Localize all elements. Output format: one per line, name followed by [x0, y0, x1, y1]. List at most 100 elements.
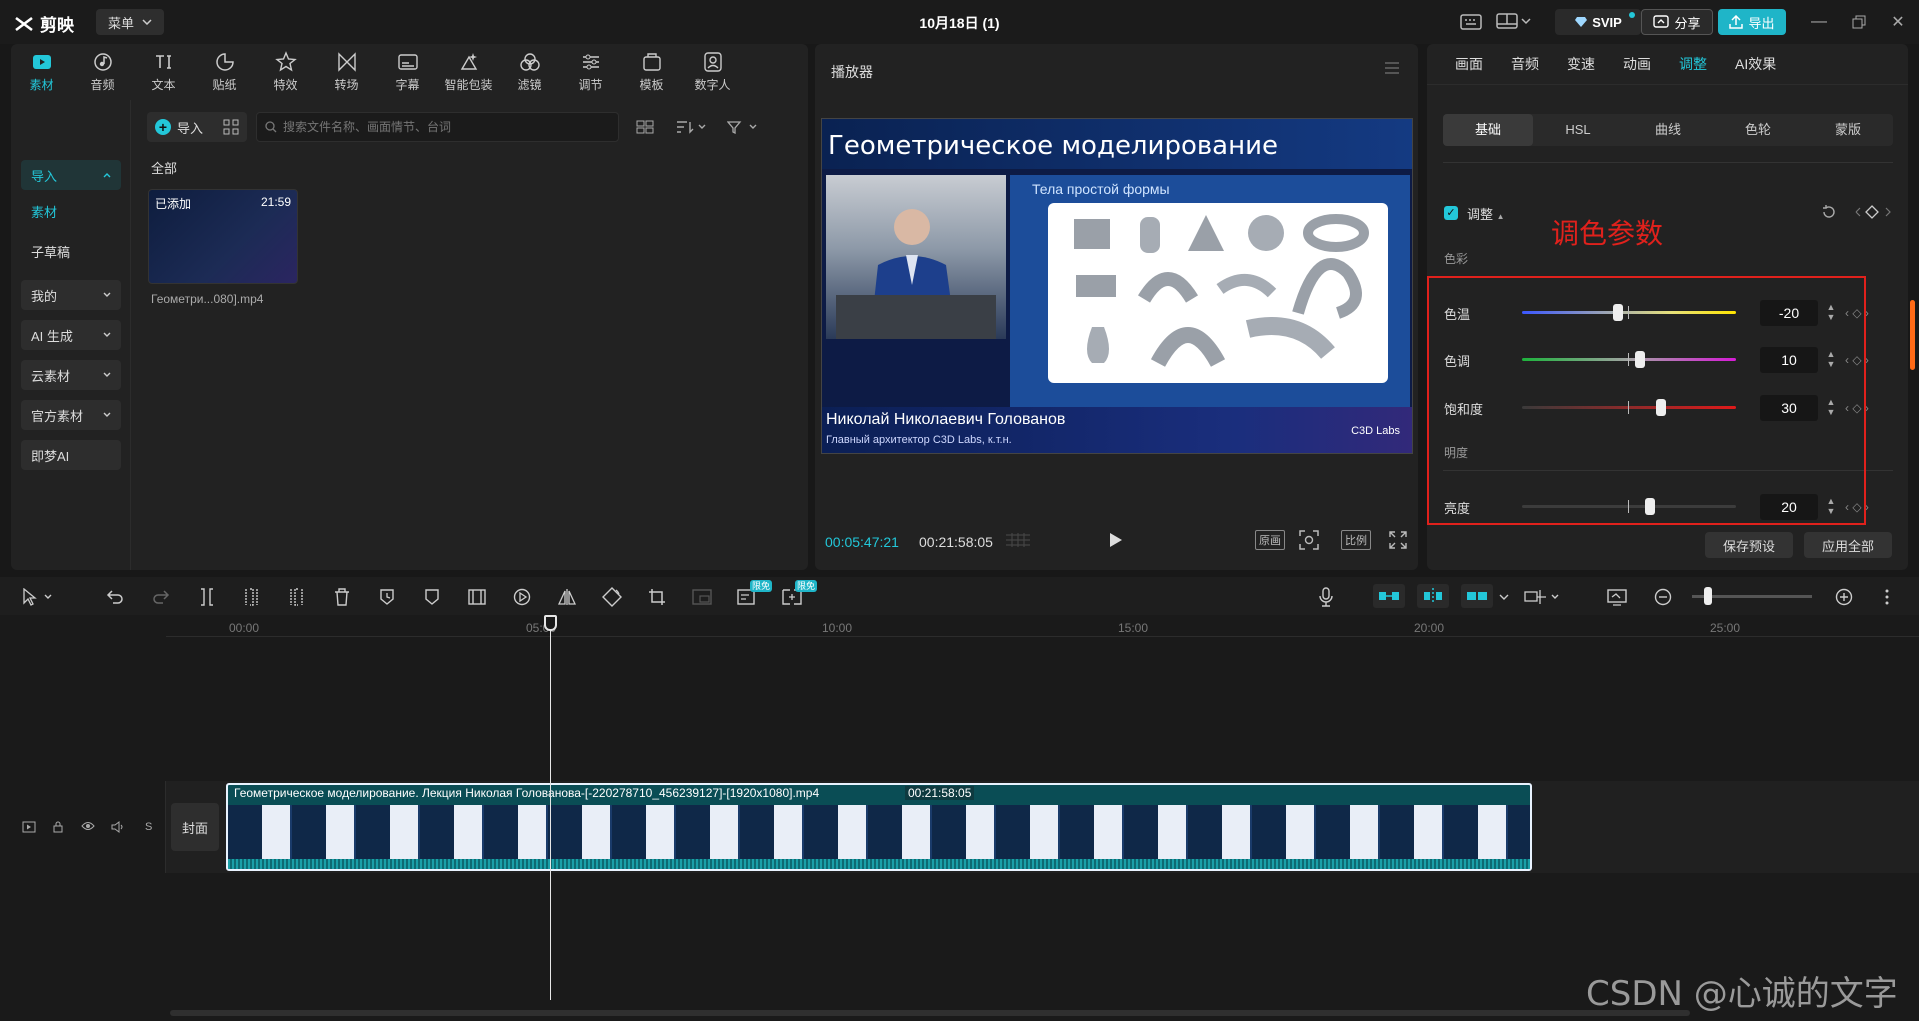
- redo-icon[interactable]: [150, 586, 172, 608]
- sort-icon[interactable]: [676, 117, 708, 137]
- export-button[interactable]: 导出: [1718, 9, 1786, 35]
- speaker-icon[interactable]: [111, 821, 125, 836]
- mirror-icon[interactable]: [556, 586, 578, 608]
- close-icon[interactable]: ✕: [1885, 10, 1911, 34]
- smart-cut-icon[interactable]: 限免: [781, 580, 817, 608]
- tool-avatar[interactable]: 数字人: [682, 44, 743, 100]
- crop-icon[interactable]: [646, 586, 668, 608]
- auto-caption-icon[interactable]: 限免: [736, 580, 772, 608]
- tab-adjust[interactable]: 调整: [1665, 44, 1721, 84]
- snap-toggle[interactable]: [1417, 584, 1449, 608]
- preview-axis-icon[interactable]: [1524, 586, 1564, 608]
- select-tool-icon[interactable]: [20, 586, 56, 608]
- layout-icon[interactable]: [1494, 10, 1534, 34]
- sidebar-item-mine[interactable]: 我的: [21, 280, 121, 310]
- subtab-hsl[interactable]: HSL: [1533, 114, 1623, 146]
- restore-icon[interactable]: [1846, 10, 1872, 34]
- apply-all-button[interactable]: 应用全部: [1804, 532, 1892, 558]
- split-left-icon[interactable]: [241, 586, 263, 608]
- fit-view-icon[interactable]: [1299, 530, 1319, 550]
- lock-icon[interactable]: [52, 821, 64, 836]
- more-options-icon[interactable]: [1876, 586, 1898, 608]
- reverse-icon[interactable]: [466, 586, 488, 608]
- tool-adjust[interactable]: 调节: [560, 44, 621, 100]
- eye-icon[interactable]: [81, 821, 95, 834]
- solo-icon[interactable]: S: [145, 821, 152, 833]
- subtab-color-wheel[interactable]: 色轮: [1713, 114, 1803, 146]
- grid-view-icon[interactable]: [636, 117, 654, 137]
- ratio-button[interactable]: 比例: [1341, 530, 1371, 550]
- time-ruler[interactable]: 00:00 05:00 10:00 15:00 20:00 25:00: [166, 615, 1919, 637]
- tool-filter[interactable]: 滤镜: [499, 44, 560, 100]
- rotate-icon[interactable]: [601, 586, 623, 608]
- tool-media[interactable]: 素材: [11, 44, 72, 100]
- microphone-icon[interactable]: [1315, 586, 1337, 608]
- search-input[interactable]: [283, 120, 603, 134]
- split-icon[interactable]: [196, 586, 218, 608]
- delete-icon[interactable]: [331, 586, 353, 608]
- play-icon[interactable]: [1105, 530, 1127, 552]
- minimize-icon[interactable]: —: [1806, 10, 1832, 34]
- track-video-icon[interactable]: [22, 821, 36, 836]
- tool-sticker[interactable]: 贴纸: [194, 44, 255, 100]
- tab-animation[interactable]: 动画: [1609, 44, 1665, 84]
- shortcut-icon[interactable]: [1458, 10, 1484, 34]
- tool-effects[interactable]: 特效: [255, 44, 316, 100]
- subtab-mask[interactable]: 蒙版: [1803, 114, 1893, 146]
- video-preview[interactable]: Геометрическое моделирование Тела просто…: [821, 118, 1413, 454]
- tab-ai-effects[interactable]: AI效果: [1721, 44, 1790, 84]
- main-track-magnet-toggle[interactable]: [1373, 584, 1405, 608]
- menu-button[interactable]: 菜单: [96, 9, 164, 35]
- filter-funnel-icon[interactable]: [727, 117, 759, 137]
- fullscreen-icon[interactable]: [1389, 530, 1407, 550]
- playhead[interactable]: [550, 615, 551, 1000]
- play-circle-icon[interactable]: [511, 586, 533, 608]
- mark-icon[interactable]: [421, 586, 443, 608]
- tool-audio[interactable]: 音频: [72, 44, 133, 100]
- adjust-checkbox[interactable]: ✓: [1444, 206, 1458, 220]
- zoom-slider-knob[interactable]: [1704, 587, 1712, 605]
- sidebar-item-ai-gen[interactable]: AI 生成: [21, 320, 121, 350]
- sidebar-item-cloud[interactable]: 云素材: [21, 360, 121, 390]
- video-clip[interactable]: Геометрическое моделирование. Лекция Ник…: [226, 783, 1532, 871]
- tool-subtitle[interactable]: 字幕: [377, 44, 438, 100]
- undo-icon[interactable]: [104, 586, 126, 608]
- zoom-in-icon[interactable]: [1833, 586, 1855, 608]
- share-button[interactable]: 分享: [1641, 9, 1713, 35]
- split-right-icon[interactable]: [285, 586, 307, 608]
- reset-icon[interactable]: [1821, 204, 1837, 223]
- sidebar-item-import[interactable]: 导入: [21, 160, 121, 190]
- picture-in-picture-icon[interactable]: [691, 586, 713, 608]
- keyframe-diamond-icon[interactable]: [1852, 204, 1892, 223]
- media-item-thumbnail[interactable]: 已添加 21:59: [148, 189, 298, 284]
- tool-template[interactable]: 模板: [621, 44, 682, 100]
- svip-button[interactable]: SVIP: [1555, 9, 1641, 35]
- subtab-basic[interactable]: 基础: [1443, 114, 1533, 146]
- chevron-down-icon[interactable]: [1493, 586, 1515, 608]
- tab-speed[interactable]: 变速: [1553, 44, 1609, 84]
- cover-button[interactable]: 封面: [171, 803, 219, 851]
- tool-smart-pack[interactable]: 智能包装: [438, 44, 499, 100]
- sidebar-item-official[interactable]: 官方素材: [21, 400, 121, 430]
- inspector-scrollbar[interactable]: [1910, 300, 1915, 370]
- subtab-curves[interactable]: 曲线: [1623, 114, 1713, 146]
- linkage-toggle[interactable]: [1461, 584, 1493, 608]
- original-button[interactable]: 原画: [1255, 530, 1285, 550]
- playhead-handle[interactable]: [544, 615, 557, 631]
- freeze-icon[interactable]: [376, 586, 398, 608]
- sidebar-item-jimeng[interactable]: 即梦AI: [21, 440, 121, 470]
- sidebar-item-material[interactable]: 素材: [21, 196, 121, 226]
- adjust-section-header[interactable]: 调整 ▲: [1467, 204, 1505, 223]
- hamburger-menu-icon[interactable]: [1384, 62, 1400, 77]
- zoom-out-icon[interactable]: [1652, 586, 1674, 608]
- timeline-horizontal-scrollbar[interactable]: [170, 1010, 1690, 1016]
- tab-picture[interactable]: 画面: [1441, 44, 1497, 84]
- sidebar-item-sub-draft[interactable]: 子草稿: [21, 236, 121, 266]
- media-search[interactable]: [256, 112, 619, 142]
- timeline-thumbnail-icon[interactable]: [1606, 586, 1628, 608]
- tool-text[interactable]: 文本: [133, 44, 194, 100]
- tool-transition[interactable]: 转场: [316, 44, 377, 100]
- save-preset-button[interactable]: 保存预设: [1705, 532, 1793, 558]
- import-button[interactable]: + 导入: [147, 112, 247, 142]
- tab-audio[interactable]: 音频: [1497, 44, 1553, 84]
